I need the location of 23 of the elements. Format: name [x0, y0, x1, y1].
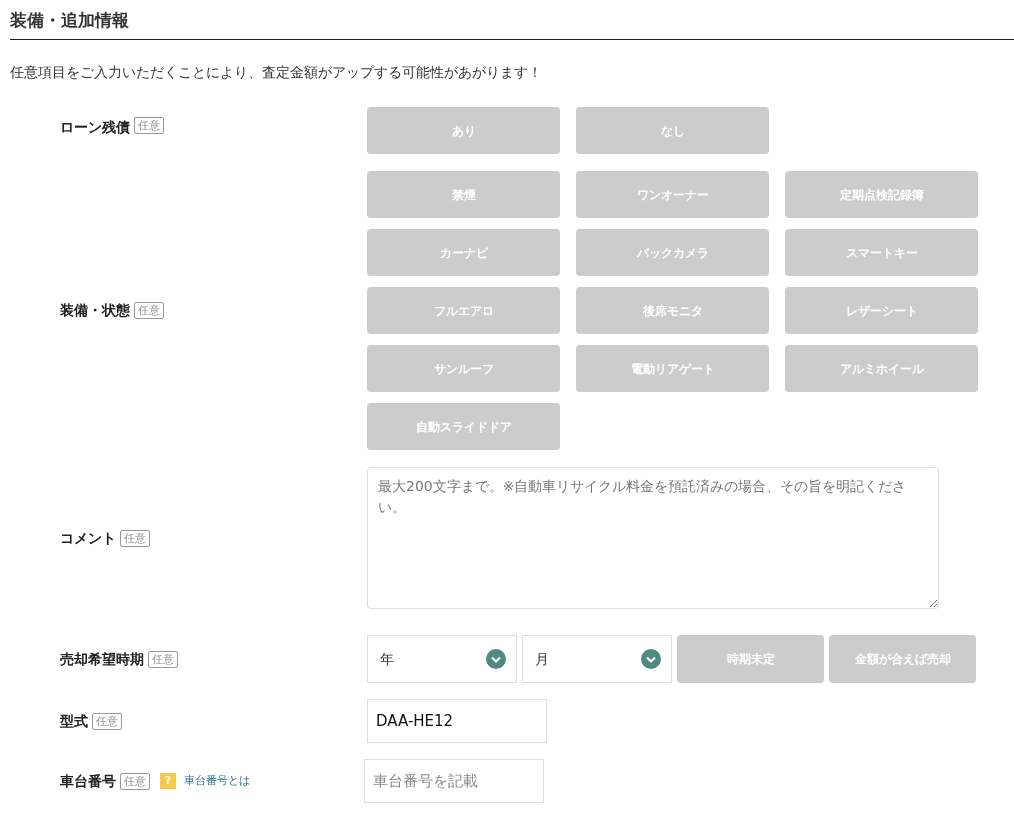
- section-title: 装備・追加情報: [10, 10, 1014, 41]
- chevron-down-icon: [486, 649, 506, 670]
- optional-tag: 任意: [148, 650, 178, 668]
- model-field[interactable]: DAA-HE12: [367, 699, 547, 744]
- field-label: 装備・状態: [60, 301, 130, 321]
- field-label: 車台番号: [60, 771, 116, 791]
- intro-text: 任意項目をご入力いただくことにより、査定金額がアップする可能性があがります！: [10, 63, 543, 83]
- dropdown[interactable]: 月: [522, 635, 672, 684]
- help-link[interactable]: 車台番号とは: [184, 773, 250, 790]
- optional-tag: 任意: [134, 302, 164, 320]
- optional-tag: 任意: [120, 772, 150, 790]
- optional-tag: 任意: [134, 117, 164, 135]
- optional-tag: 任意: [120, 529, 150, 547]
- field-label: 型式: [60, 711, 88, 731]
- field-label: コメント: [60, 528, 116, 548]
- field-label: 売却希望時期: [60, 649, 144, 669]
- help-icon[interactable]: ?: [160, 773, 176, 790]
- chevron-down-icon: [641, 649, 661, 670]
- comment-field[interactable]: 最大200文字まで。※自動車リサイクル料金を預託済みの場合、その旨を明記ください。: [367, 467, 939, 610]
- optional-tag: 任意: [92, 712, 122, 730]
- dropdown[interactable]: 年: [367, 635, 517, 684]
- chassis-number-field[interactable]: 車台番号を記載: [364, 759, 544, 804]
- field-label: ローン残債: [60, 118, 130, 138]
